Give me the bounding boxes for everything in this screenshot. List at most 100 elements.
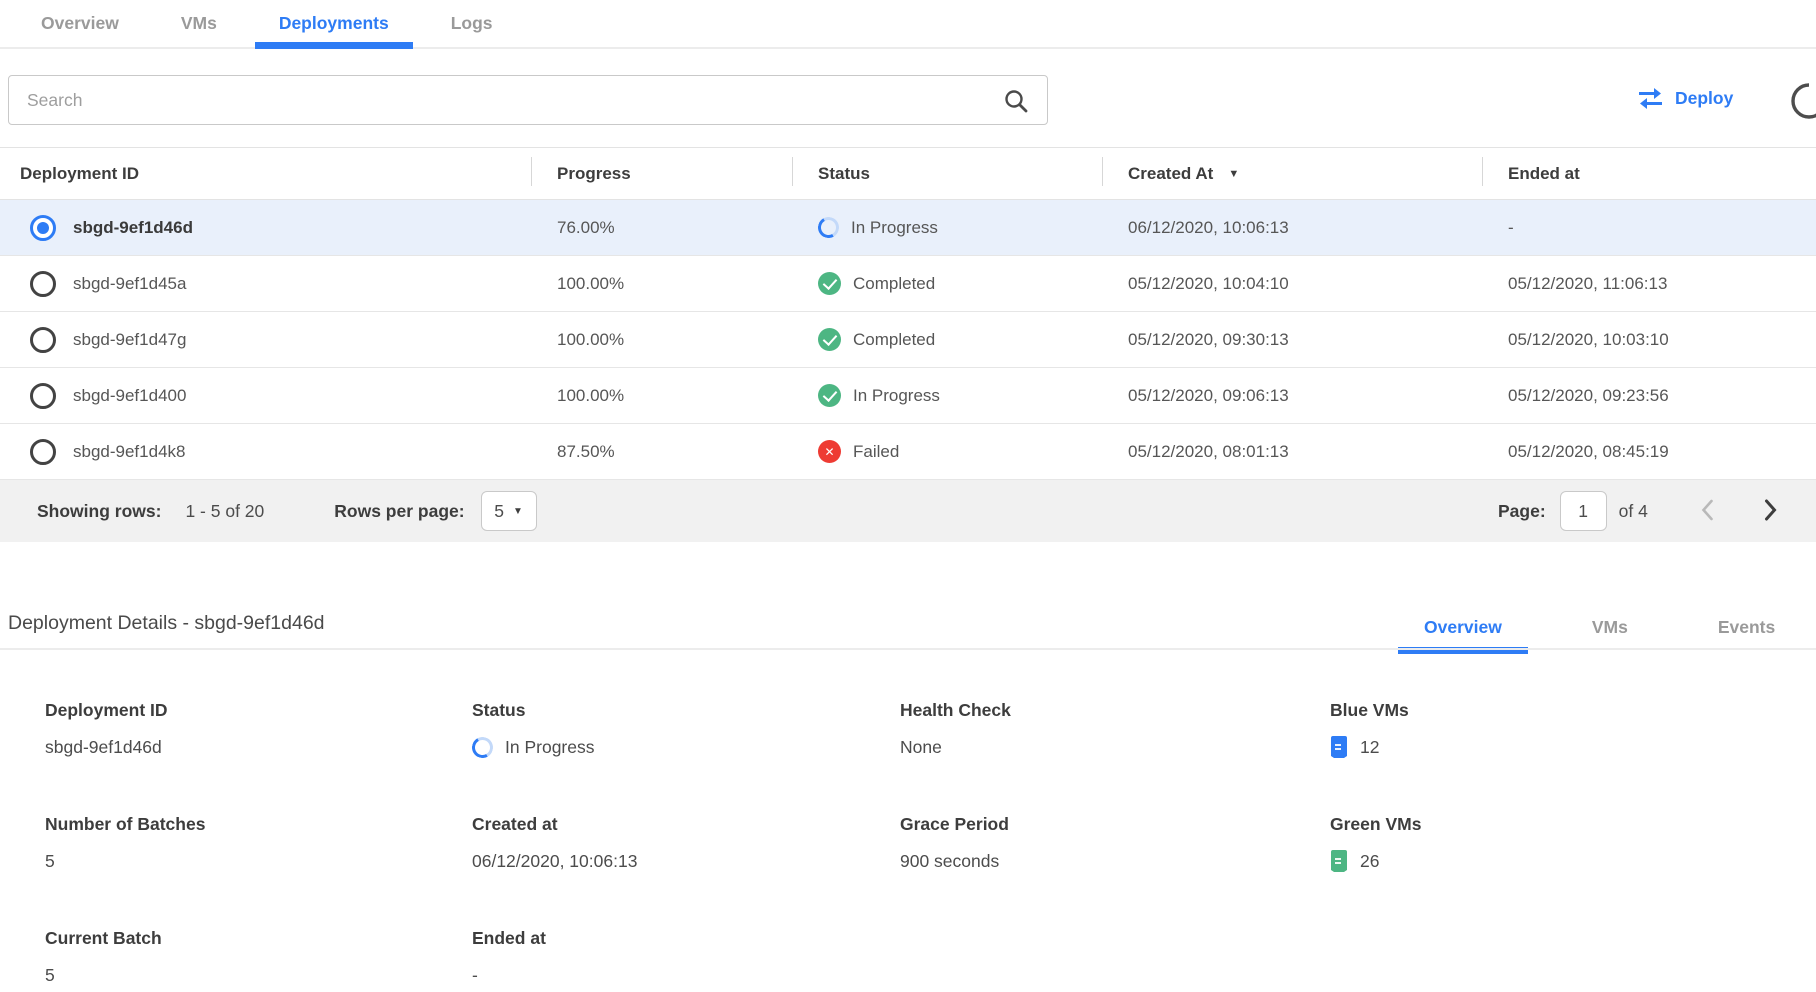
failed-x-icon [818,440,841,463]
ended-at-cell: 05/12/2020, 09:23:56 [1482,386,1816,406]
field-ended-at: Ended at - [472,928,900,988]
field-value: 900 seconds [900,848,1330,874]
field-value: None [900,734,1330,760]
row-radio[interactable] [30,383,56,409]
in-progress-spinner-icon [816,215,842,241]
chevron-down-icon: ▼ [513,506,523,517]
details-section-title: Deployment Details - sbgd-9ef1d46d [8,612,325,635]
chevron-left-icon [1700,498,1714,522]
table-row[interactable]: sbgd-9ef1d46d 76.00% In Progress 06/12/2… [0,200,1816,256]
field-label: Ended at [472,928,900,949]
previous-page-button[interactable] [1700,498,1714,525]
field-value: 06/12/2020, 10:06:13 [472,848,900,874]
column-header-progress[interactable]: Progress [531,148,792,199]
created-at-cell: 05/12/2020, 08:01:13 [1102,442,1482,462]
field-current-batch: Current Batch 5 [45,928,472,988]
field-value: 5 [45,848,472,874]
deploy-swap-icon [1637,87,1664,110]
field-health-check: Health Check None [900,700,1330,760]
search-icon[interactable] [1003,88,1029,114]
blue-vm-server-icon [1330,735,1348,759]
progress-cell: 76.00% [531,218,792,238]
tab-overview[interactable]: Overview [10,0,150,47]
ended-at-cell: 05/12/2020, 11:06:13 [1482,274,1816,294]
deployments-toolbar: Deploy [8,75,1816,125]
sort-desc-triangle-icon: ▼ [1228,168,1239,180]
search-input[interactable] [9,76,1047,124]
table-row[interactable]: sbgd-9ef1d4k8 87.50% Failed 05/12/2020, … [0,424,1816,480]
field-value: 12 [1360,737,1379,758]
tab-deployments[interactable]: Deployments [248,0,420,47]
row-radio[interactable] [30,439,56,465]
status-cell: Completed [853,274,935,294]
column-header-created-at-label: Created At [1128,164,1213,184]
table-header-row: Deployment ID Progress Status Created At… [0,147,1816,200]
field-label: Blue VMs [1330,700,1816,721]
main-tab-bar: Overview VMs Deployments Logs [0,0,1816,49]
progress-cell: 87.50% [531,442,792,462]
tab-vms[interactable]: VMs [150,0,248,47]
table-row[interactable]: sbgd-9ef1d400 100.00% In Progress 05/12/… [0,368,1816,424]
details-tab-vms[interactable]: VMs [1566,604,1654,650]
column-header-created-at[interactable]: Created At ▼ [1102,148,1482,199]
ended-at-cell: 05/12/2020, 08:45:19 [1482,442,1816,462]
ended-at-cell: 05/12/2020, 10:03:10 [1482,330,1816,350]
deployments-table: Deployment ID Progress Status Created At… [0,147,1816,480]
field-value: In Progress [505,737,594,758]
deployment-id-cell: sbgd-9ef1d4k8 [73,442,185,462]
created-at-cell: 05/12/2020, 10:04:10 [1102,274,1482,294]
status-cell: Completed [853,330,935,350]
details-tab-bar: Overview VMs Events [1398,604,1801,650]
column-header-ended-at[interactable]: Ended at [1482,148,1816,199]
created-at-cell: 06/12/2020, 10:06:13 [1102,218,1482,238]
status-cell: Failed [853,442,899,462]
rows-per-page-select[interactable]: 5 ▼ [481,491,537,531]
green-vm-server-icon [1330,849,1348,873]
field-grace-period: Grace Period 900 seconds [900,814,1330,874]
status-cell: In Progress [851,218,938,238]
page-total-label: of 4 [1619,501,1648,522]
column-header-status[interactable]: Status [792,148,1102,199]
completed-check-icon [818,384,841,407]
refresh-icon[interactable] [1789,81,1816,121]
rows-per-page-label: Rows per page: [334,501,464,522]
column-header-deployment-id[interactable]: Deployment ID [0,148,531,199]
field-label: Health Check [900,700,1330,721]
details-divider [0,648,1816,650]
field-created-at: Created at 06/12/2020, 10:06:13 [472,814,900,874]
chevron-right-icon [1764,498,1778,522]
field-status: Status In Progress [472,700,900,760]
row-radio[interactable] [30,327,56,353]
search-box [8,75,1048,125]
next-page-button[interactable] [1764,498,1778,525]
table-row[interactable]: sbgd-9ef1d47g 100.00% Completed 05/12/20… [0,312,1816,368]
deploy-button[interactable]: Deploy [1637,87,1733,110]
field-label: Status [472,700,900,721]
field-value: - [472,962,900,988]
field-label: Grace Period [900,814,1330,835]
field-value: 26 [1360,851,1379,872]
tab-logs[interactable]: Logs [420,0,524,47]
deploy-button-label: Deploy [1675,88,1733,109]
details-tab-overview[interactable]: Overview [1398,604,1528,650]
field-blue-vms: Blue VMs 12 [1330,700,1816,760]
row-radio-selected[interactable] [30,215,56,241]
ended-at-cell: - [1482,218,1816,238]
page-label: Page: [1498,501,1546,522]
page-number-input[interactable] [1560,491,1607,531]
field-green-vms: Green VMs 26 [1330,814,1816,874]
status-cell: In Progress [853,386,940,406]
completed-check-icon [818,328,841,351]
deployment-id-cell: sbgd-9ef1d47g [73,330,186,350]
field-deployment-id: Deployment ID sbgd-9ef1d46d [45,700,472,760]
deployment-id-cell: sbgd-9ef1d400 [73,386,186,406]
details-tab-events[interactable]: Events [1692,604,1801,650]
completed-check-icon [818,272,841,295]
progress-cell: 100.00% [531,386,792,406]
field-value: sbgd-9ef1d46d [45,734,472,760]
table-row[interactable]: sbgd-9ef1d45a 100.00% Completed 05/12/20… [0,256,1816,312]
progress-cell: 100.00% [531,330,792,350]
in-progress-spinner-icon [470,734,496,760]
row-radio[interactable] [30,271,56,297]
created-at-cell: 05/12/2020, 09:30:13 [1102,330,1482,350]
